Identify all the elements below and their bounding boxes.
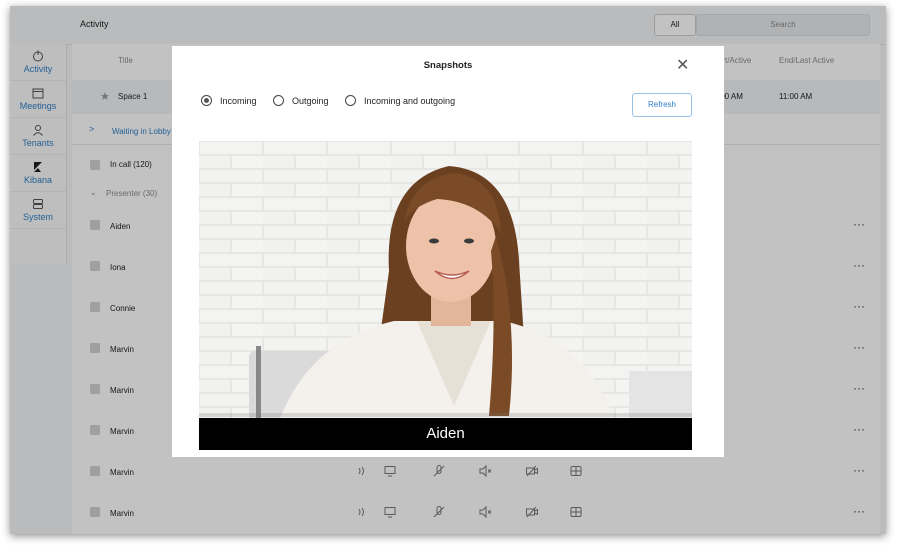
snapshot-caption: Aiden [199,418,692,450]
radio-incoming[interactable]: Incoming [201,95,257,106]
app-window: Activity All Search Activity Meetings Te… [10,6,886,534]
radio-unselected-icon[interactable] [273,95,284,106]
radio-label: Outgoing [292,95,329,106]
radio-selected-icon[interactable] [201,95,212,106]
snapshot-image: Aiden [199,141,692,450]
refresh-button[interactable]: Refresh [632,93,692,117]
radio-label: Incoming and outgoing [364,95,456,106]
modal-title: Snapshots [423,60,473,71]
radio-incoming-and-outgoing[interactable]: Incoming and outgoing [345,95,455,106]
radio-outgoing[interactable]: Outgoing [273,95,329,106]
close-icon[interactable]: ✕ [676,55,689,75]
radio-unselected-icon[interactable] [345,95,356,106]
radio-label: Incoming [220,95,257,106]
snapshots-modal: Snapshots ✕ Incoming Outgoing Incoming a… [172,46,724,457]
participant-photo [199,141,692,450]
